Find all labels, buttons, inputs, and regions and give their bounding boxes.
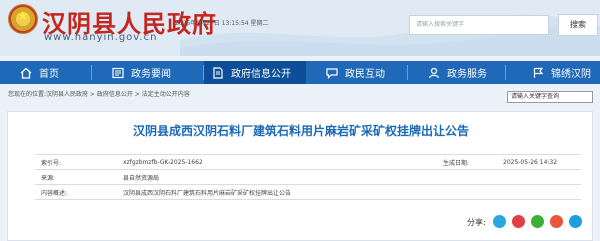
qq-share-icon[interactable] — [569, 215, 582, 228]
meta-label: 内容概述: — [41, 189, 68, 197]
nav-label: 政务要闻 — [131, 69, 171, 80]
weibo-share-icon[interactable] — [512, 215, 525, 228]
meta-value: 县自然资源局 — [123, 174, 160, 182]
flag-icon — [533, 67, 544, 78]
qzone-share-icon[interactable] — [493, 215, 506, 228]
nav-label: 政民互动 — [345, 69, 385, 80]
main-nav: 首页 政务要闻 政府信息公开 政民互动 政务服务 锦绣汉阴 — [0, 61, 600, 84]
nav-label: 政务服务 — [447, 69, 487, 80]
meta-row-index: 索引号: xzfgzbmzfb-GK-2025-1662 生成日期: 2025-… — [35, 155, 581, 170]
wechat-share-icon[interactable] — [531, 215, 544, 228]
nav-item-hanyin[interactable]: 锦绣汉阴 — [506, 61, 600, 84]
date-time: 2025年5月27日 13:15:54 星期二 — [175, 20, 269, 27]
chat-icon — [326, 67, 338, 79]
nav-label: 首页 — [39, 69, 59, 80]
meta-value: 汉阴县成西汉阴石料厂建筑石料用片麻岩矿采矿权挂牌出让公告 — [123, 189, 292, 197]
meta-date-value: 2025-05-26 14:32 — [503, 158, 558, 166]
meta-value: xzfgzbmzfb-GK-2025-1662 — [123, 158, 203, 166]
article-panel: 汉阴县成西汉阴石料厂建筑石料用片麻岩矿采矿权挂牌出让公告 索引号: xzfgzb… — [7, 111, 593, 241]
article-title: 汉阴县成西汉阴石料厂建筑石料用片麻岩矿采矿权挂牌出让公告 — [132, 124, 469, 138]
nav-item-info-disclosure[interactable]: 政府信息公开 — [204, 61, 306, 84]
share-label: 分享: — [467, 218, 486, 227]
nav-label: 锦绣汉阴 — [551, 69, 591, 80]
breadcrumb[interactable]: 您现在的位置:汉阴县人民政府 > 政府信息公开 > 法定主动公开内容 — [8, 89, 190, 98]
site-url: www.hanyin.gov.cn — [44, 32, 158, 43]
meta-label: 索引号: — [41, 159, 62, 167]
douban-share-icon[interactable] — [550, 215, 563, 228]
header-search-input[interactable]: 请输入搜索关键字 — [409, 15, 549, 35]
header-search-button[interactable]: 搜索 — [558, 14, 598, 36]
nav-item-services[interactable]: 政务服务 — [408, 61, 506, 84]
home-icon — [20, 67, 32, 79]
document-icon — [213, 66, 223, 79]
metadata-table: 索引号: xzfgzbmzfb-GK-2025-1662 生成日期: 2025-… — [35, 154, 581, 200]
meta-row-source: 来源: 县自然资源局 — [35, 170, 581, 185]
nav-label: 政府信息公开 — [231, 69, 291, 80]
news-icon — [112, 67, 124, 78]
meta-date-label: 生成日期: — [443, 159, 470, 167]
service-icon — [428, 67, 440, 78]
keyword-search-input[interactable]: 请输入关键字查询 — [507, 91, 593, 103]
meta-row-summary: 内容概述: 汉阴县成西汉阴石料厂建筑石料用片麻岩矿采矿权挂牌出让公告 — [35, 185, 581, 200]
nav-item-interaction[interactable]: 政民互动 — [306, 61, 408, 84]
nav-item-news[interactable]: 政务要闻 — [92, 61, 204, 84]
site-header: 汉阴县人民政府 www.hanyin.gov.cn 2025年5月27日 13:… — [0, 0, 600, 56]
national-emblem-icon[interactable] — [8, 4, 38, 34]
nav-item-home[interactable]: 首页 — [0, 61, 92, 84]
meta-label: 来源: — [41, 174, 56, 182]
